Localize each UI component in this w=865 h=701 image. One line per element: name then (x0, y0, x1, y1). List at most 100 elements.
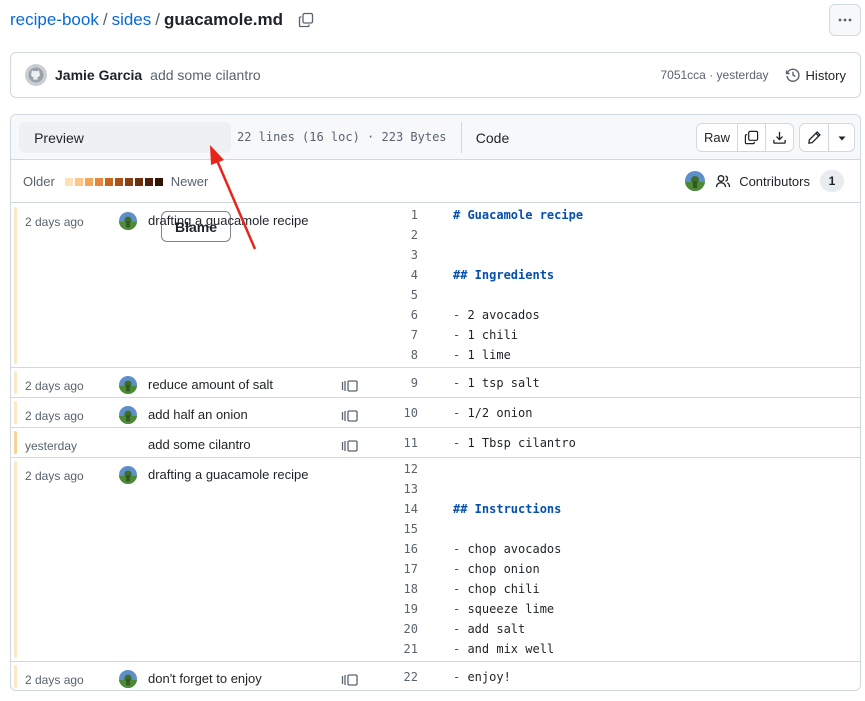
copy-raw-button[interactable] (737, 124, 765, 151)
line-content: - 2 avocados (453, 308, 540, 322)
legend-older: Older (23, 174, 55, 189)
age-swatch (104, 177, 113, 186)
edit-button[interactable] (800, 124, 828, 151)
line-number[interactable]: 13 (391, 479, 418, 499)
line-number[interactable]: 14 (391, 499, 418, 519)
line-content: ## Ingredients (453, 268, 555, 282)
blame-hunk: 2 days ago reduce amount of salt 9- 1 tsp … (11, 368, 860, 398)
history-label: History (805, 67, 846, 83)
file-viewer: Preview Code Blame 22 lines (16 loc) · 2… (10, 114, 861, 691)
age-swatch (84, 177, 93, 186)
github-mark-icon (28, 67, 44, 83)
line-number[interactable]: 10 (391, 403, 418, 423)
age-swatches (64, 177, 163, 186)
line-content: - enjoy! (453, 670, 511, 684)
line-number[interactable]: 21 (391, 639, 418, 659)
age-swatch (144, 177, 153, 186)
code-line: 12 (11, 459, 860, 479)
blame-age-legend: Older Newer Contributors 1 (11, 161, 860, 203)
blame-hunk: 2 days ago don't forget to enjoy 22- enjoy… (11, 662, 860, 690)
age-swatch (124, 177, 133, 186)
line-number[interactable]: 6 (391, 305, 418, 325)
edit-actions-group (799, 123, 855, 152)
code-line: 13 (11, 479, 860, 499)
copy-icon (744, 130, 759, 145)
code-line: 15 (11, 519, 860, 539)
blame-hunk: 2 days ago drafting a guacamole recipe 12 1… (11, 458, 860, 662)
history-button[interactable]: History (785, 67, 846, 83)
file-info: 22 lines (16 loc) · 223 Bytes (237, 130, 447, 144)
line-number[interactable]: 1 (391, 205, 418, 225)
line-content: - 1/2 onion (453, 406, 533, 420)
code-line: 16 - chop avocados (11, 539, 860, 559)
author-avatar[interactable] (25, 64, 47, 86)
code-line: 9 - 1 tsp salt (11, 373, 860, 393)
tab-preview[interactable]: Preview (19, 122, 99, 153)
line-number[interactable]: 2 (391, 225, 418, 245)
code-line: 20 - add salt (11, 619, 860, 639)
age-swatch (154, 177, 163, 186)
line-number[interactable]: 11 (391, 433, 418, 453)
line-number[interactable]: 18 (391, 579, 418, 599)
copy-path-icon[interactable] (297, 11, 315, 29)
commit-message[interactable]: add some cilantro (150, 67, 261, 83)
line-number[interactable]: 4 (391, 265, 418, 285)
line-number[interactable]: 15 (391, 519, 418, 539)
download-button[interactable] (765, 124, 793, 151)
triangle-down-icon (838, 136, 845, 140)
edit-dropdown-button[interactable] (828, 124, 854, 151)
code-line: 10 - 1/2 onion (11, 403, 860, 423)
breadcrumb-separator: / (155, 10, 160, 29)
line-number[interactable]: 3 (391, 245, 418, 265)
line-content: - and mix well (453, 642, 555, 656)
line-number[interactable]: 8 (391, 345, 418, 365)
contributors-count: 1 (820, 170, 844, 192)
contributors-label: Contributors (739, 173, 810, 189)
code-line: 4 ## Ingredients (11, 265, 860, 285)
line-number[interactable]: 19 (391, 599, 418, 619)
line-content: - 1 Tbsp cilantro (453, 436, 576, 450)
contributors[interactable]: Contributors 1 (685, 170, 844, 192)
code-line: 21 - and mix well (11, 639, 860, 659)
code-line: 22 - enjoy! (11, 667, 860, 687)
line-number[interactable]: 20 (391, 619, 418, 639)
line-number[interactable]: 22 (391, 667, 418, 687)
commit-hash-time[interactable]: 7051cca · yesterday (660, 68, 768, 82)
line-content: - chop onion (453, 562, 540, 576)
raw-button[interactable]: Raw (697, 124, 737, 151)
line-number[interactable]: 5 (391, 285, 418, 305)
more-options-button[interactable] (829, 4, 861, 36)
contributor-avatar[interactable] (685, 171, 706, 191)
breadcrumb-file-name: guacamole.md (163, 10, 284, 29)
line-number[interactable]: 12 (391, 459, 418, 479)
breadcrumb-repo-link[interactable]: recipe-book (10, 10, 99, 30)
raw-actions-group: Raw (696, 123, 794, 152)
blame-view: 2 days ago drafting a guacamole recipe 1 # … (11, 204, 860, 690)
blame-hunk: 2 days ago add half an onion 10- 1/2 onion (11, 398, 860, 428)
age-swatch (134, 177, 143, 186)
view-mode-switch: Preview Code Blame (19, 122, 509, 242)
line-number[interactable]: 9 (391, 373, 418, 393)
line-content: - squeeze lime (453, 602, 555, 616)
code-line: 14 ## Instructions (11, 499, 860, 519)
age-swatch (114, 177, 123, 186)
line-content: - 1 lime (453, 348, 511, 362)
pencil-icon (807, 131, 821, 144)
code-line: 2 (11, 225, 860, 245)
code-line: 6 - 2 avocados (11, 305, 860, 325)
blame-hunk: yesterday add some cilantro 11- 1 Tbsp cil… (11, 428, 860, 458)
line-content: - add salt (453, 622, 526, 636)
line-number[interactable]: 17 (391, 559, 418, 579)
age-swatch (94, 177, 103, 186)
line-content: - chop chili (453, 582, 540, 596)
line-number[interactable]: 7 (391, 325, 418, 345)
people-icon (716, 175, 731, 188)
line-content: - chop avocados (453, 542, 562, 556)
breadcrumb-folder-link[interactable]: sides (112, 10, 152, 30)
line-number[interactable]: 16 (391, 539, 418, 559)
tab-code[interactable]: Code (461, 122, 523, 153)
history-icon (785, 68, 800, 82)
commit-author[interactable]: Jamie Garcia (55, 67, 142, 83)
file-toolbar: Preview Code Blame 22 lines (16 loc) · 2… (11, 115, 860, 242)
breadcrumb-separator: / (102, 10, 108, 29)
